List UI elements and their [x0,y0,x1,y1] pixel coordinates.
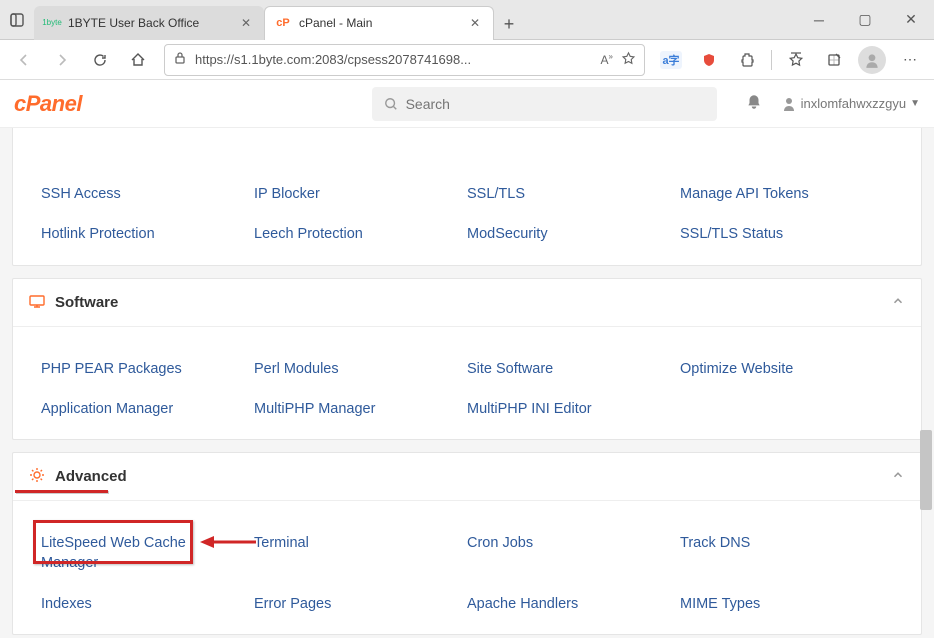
chevron-down-icon: ▼ [910,98,920,109]
search-icon [384,97,398,111]
link-manage-api-tokens[interactable]: Manage API Tokens [680,186,809,202]
link-mime-types[interactable]: MIME Types [680,596,760,612]
tab-label: cPanel - Main [299,16,467,30]
close-window-button[interactable]: ✕ [888,2,934,38]
link-ssh-access[interactable]: SSH Access [41,186,121,202]
link-ssl-tls[interactable]: SSL/TLS [467,186,525,202]
advanced-header[interactable]: Advanced [13,453,921,501]
link-php-pear-packages[interactable]: PHP PEAR Packages [41,361,182,377]
notifications-button[interactable] [745,93,763,114]
address-bar[interactable]: https://s1.1byte.com:2083/cpsess20787416… [164,44,645,76]
minimize-button[interactable]: ─ [796,2,842,38]
user-icon [781,96,797,112]
home-button[interactable] [120,44,156,76]
link-multiphp-manager[interactable]: MultiPHP Manager [254,401,375,417]
link-application-manager[interactable]: Application Manager [41,401,173,417]
chevron-up-icon[interactable] [891,294,905,311]
link-ssl-tls-status[interactable]: SSL/TLS Status [680,226,783,242]
link-terminal[interactable]: Terminal [254,535,309,551]
link-modsecurity[interactable]: ModSecurity [467,226,548,242]
extensions-button[interactable] [729,44,765,76]
software-title: Software [55,294,118,311]
back-button[interactable] [6,44,42,76]
menu-button[interactable]: ⋯ [892,44,928,76]
tab-overview-button[interactable] [0,0,34,40]
security-panel: SSH Access IP Blocker SSL/TLS Manage API… [12,128,922,266]
collections-button[interactable] [816,44,852,76]
user-menu[interactable]: inxlomfahwxzzgyu ▼ [781,96,920,112]
chevron-up-icon[interactable] [891,468,905,485]
lock-icon [173,51,187,68]
browser-titlebar: 1byte 1BYTE User Back Office ✕ cP cPanel… [0,0,934,40]
search-field[interactable] [406,96,705,112]
avatar-icon [858,46,886,74]
annotation-box [33,520,193,564]
link-ip-blocker[interactable]: IP Blocker [254,186,320,202]
username: inxlomfahwxzzgyu [801,96,907,111]
link-multiphp-ini-editor[interactable]: MultiPHP INI Editor [467,401,592,417]
link-optimize-website[interactable]: Optimize Website [680,361,793,377]
forward-button[interactable] [44,44,80,76]
cpanel-logo[interactable]: cPanel [14,91,82,117]
refresh-button[interactable] [82,44,118,76]
favorite-icon[interactable] [621,51,636,69]
close-icon[interactable]: ✕ [238,16,254,30]
link-cron-jobs[interactable]: Cron Jobs [467,535,533,551]
tab-label: 1BYTE User Back Office [68,16,238,30]
favicon-cpanel: cP [275,15,291,31]
security-items: SSH Access IP Blocker SSL/TLS Manage API… [13,152,921,265]
cpanel-header: cPanel inxlomfahwxzzgyu ▼ [0,80,934,128]
software-icon [29,293,45,312]
link-track-dns[interactable]: Track DNS [680,535,750,551]
maximize-button[interactable]: ▢ [842,2,888,38]
translate-button[interactable]: a字 [653,44,689,76]
favorites-button[interactable] [778,44,814,76]
shield-button[interactable] [691,44,727,76]
advanced-icon [29,467,45,486]
close-icon[interactable]: ✕ [467,16,483,30]
scrollbar-thumb[interactable] [920,430,932,510]
software-header[interactable]: Software [13,279,921,327]
browser-toolbar: https://s1.1byte.com:2083/cpsess20787416… [0,40,934,80]
profile-button[interactable] [854,44,890,76]
link-perl-modules[interactable]: Perl Modules [254,361,339,377]
new-tab-button[interactable]: + [494,10,524,40]
link-indexes[interactable]: Indexes [41,596,92,612]
window-controls: ─ ▢ ✕ [796,2,934,38]
reader-icon[interactable]: A» [601,52,613,67]
tab-cpanel[interactable]: cP cPanel - Main ✕ [264,6,494,40]
annotation-underline [15,490,108,493]
software-panel: Software PHP PEAR Packages Perl Modules … [12,278,922,441]
search-input[interactable] [372,87,717,121]
link-apache-handlers[interactable]: Apache Handlers [467,596,578,612]
url-text: https://s1.1byte.com:2083/cpsess20787416… [195,52,593,67]
annotation-arrow [198,532,258,552]
software-items: PHP PEAR Packages Perl Modules Site Soft… [13,327,921,440]
link-hotlink-protection[interactable]: Hotlink Protection [41,226,155,242]
favicon-1byte: 1byte [44,15,60,31]
tab-1byte[interactable]: 1byte 1BYTE User Back Office ✕ [34,6,264,40]
advanced-title: Advanced [55,468,127,485]
browser-tabs: 1byte 1BYTE User Back Office ✕ cP cPanel… [34,0,796,40]
content-area: SSH Access IP Blocker SSL/TLS Manage API… [0,128,934,638]
link-leech-protection[interactable]: Leech Protection [254,226,363,242]
link-site-software[interactable]: Site Software [467,361,553,377]
link-error-pages[interactable]: Error Pages [254,596,331,612]
